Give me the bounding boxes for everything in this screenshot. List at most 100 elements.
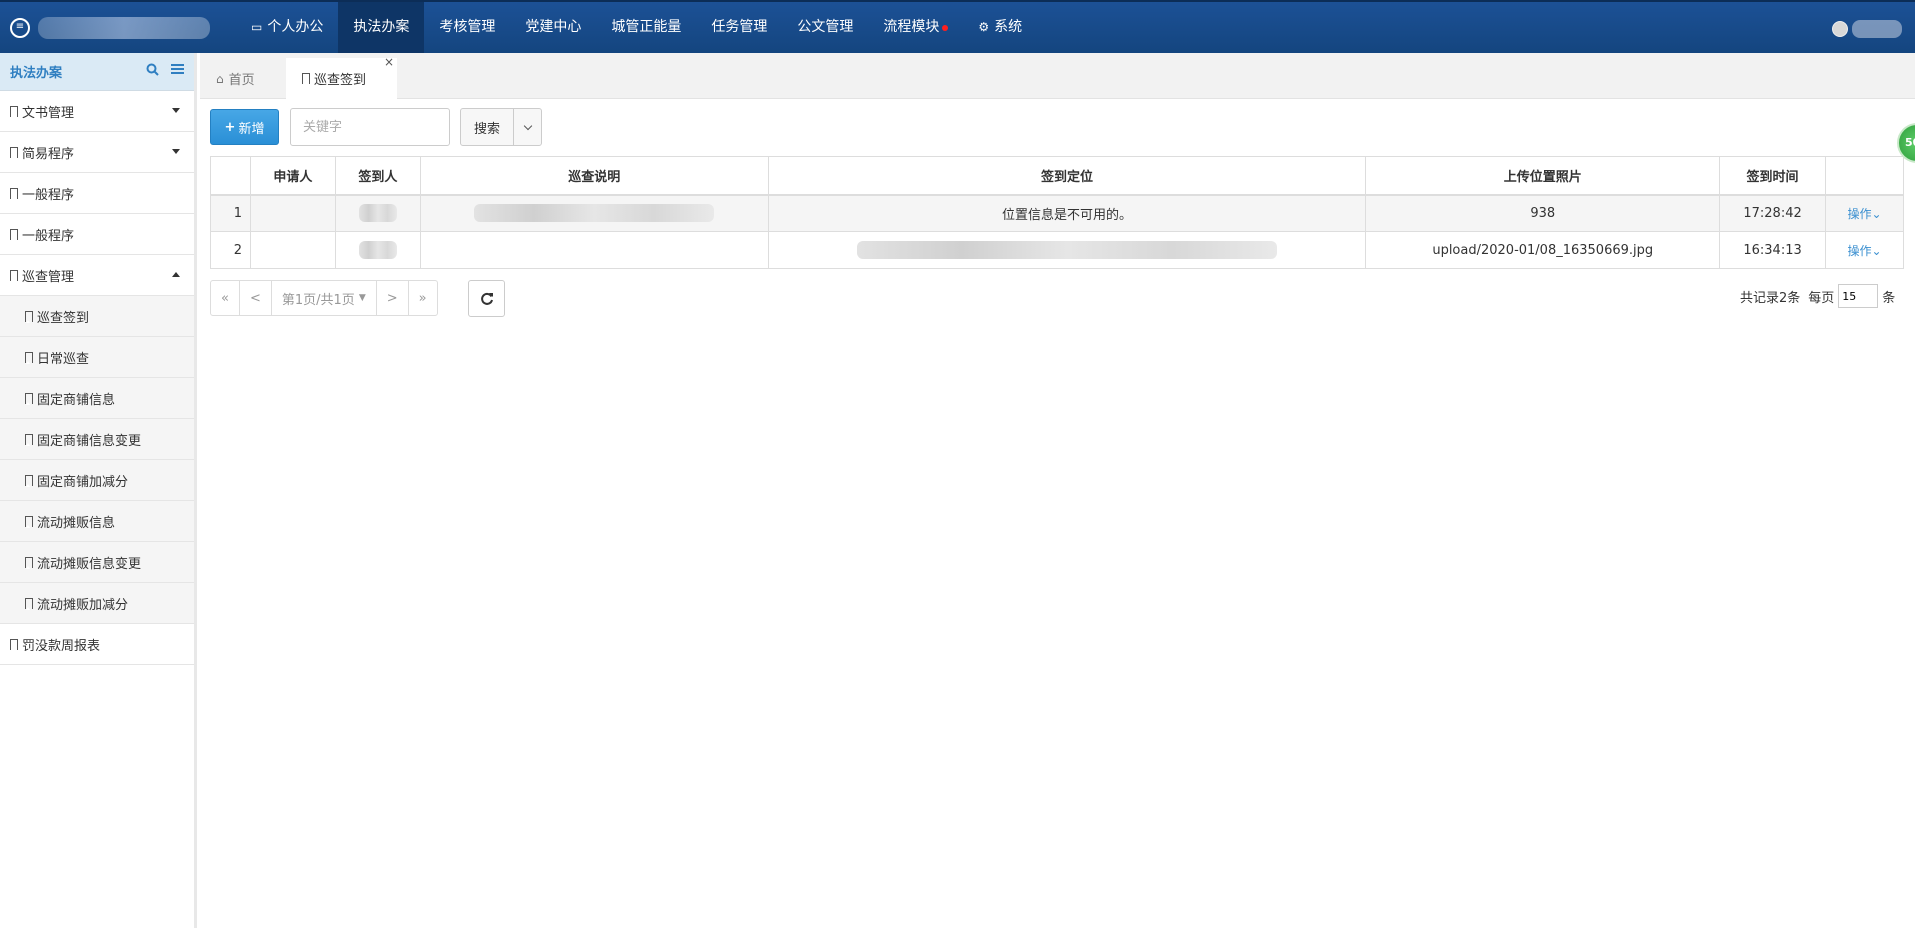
sidebar-item-label: 流动摊贩信息 (37, 515, 116, 531)
chevron-down-icon (523, 121, 532, 130)
menu-icon[interactable] (171, 63, 184, 80)
nav-system[interactable]: ⚙ 系统 (963, 2, 1037, 53)
col-index (210, 156, 251, 196)
page-tabs: ⌂ 首页 巡查签到 × (200, 53, 1915, 99)
sidebar-item-fixed-shop-info[interactable]: 固定商铺信息 (0, 378, 194, 419)
nav-law-enforcement[interactable]: 执法办案 (338, 2, 425, 53)
row-action-dropdown[interactable]: 操作⌄ (1847, 244, 1881, 258)
bookmark-icon (10, 228, 18, 241)
monitor-icon: ▭ (251, 20, 263, 34)
cell-applicant (249, 194, 336, 232)
sidebar-item-vendor-info[interactable]: 流动摊贩信息 (0, 501, 194, 542)
sidebar-item-patrol-checkin[interactable]: 巡查签到 (0, 296, 194, 337)
nav-document-management[interactable]: 公文管理 (782, 2, 868, 53)
sidebar-item-label: 文书管理 (22, 105, 75, 121)
bookmark-icon (25, 515, 33, 528)
tab-home[interactable]: ⌂ 首页 (200, 58, 271, 99)
nav-label: 执法办案 (353, 19, 410, 35)
sidebar-item-daily-patrol[interactable]: 日常巡查 (0, 337, 194, 378)
top-nav-menu: ▭ 个人办公 执法办案 考核管理 党建中心 城管正能量 任务管理 公文管理 流程… (236, 2, 1037, 53)
page-indicator: 第1页/共1页 (281, 292, 355, 308)
cell-location-photo: 938 (1365, 194, 1721, 232)
sidebar-item-label: 一般程序 (22, 228, 75, 244)
bookmark-icon (25, 351, 33, 364)
col-checkin-person[interactable]: 签到人 (334, 156, 421, 196)
cell-checkin-person (334, 194, 421, 232)
col-checkin-time[interactable]: 签到时间 (1719, 156, 1827, 196)
sidebar-item-general-procedure-2[interactable]: 一般程序 (0, 214, 194, 255)
first-page-button[interactable]: « (211, 281, 240, 315)
redacted-text (857, 241, 1278, 259)
nav-personal-office[interactable]: ▭ 个人办公 (236, 2, 338, 53)
sidebar-item-label: 固定商铺信息变更 (37, 433, 142, 449)
sidebar-item-label: 固定商铺信息 (37, 392, 116, 408)
col-patrol-note[interactable]: 巡查说明 (419, 156, 769, 196)
nav-label: 系统 (994, 19, 1023, 35)
keyword-input[interactable] (290, 108, 450, 146)
sidebar: 执法办案 文书管理 简易程序 一般程序 一般程序 巡查管理 巡查签到 日常巡查 … (0, 53, 197, 928)
table-row[interactable]: 1 位置信息是不可用的。 938 17:28:42 操作⌄ (210, 194, 1904, 232)
cell-checkin-time: 16:34:13 (1719, 231, 1827, 269)
sidebar-item-label: 巡查签到 (37, 310, 90, 326)
sidebar-title: 执法办案 (10, 66, 63, 81)
user-menu[interactable] (1832, 20, 1902, 38)
nav-label: 流程模块 (883, 19, 940, 35)
cell-patrol-note (419, 231, 769, 269)
cell-actions: 操作⌄ (1825, 231, 1904, 269)
redacted-text (474, 204, 715, 223)
page-size-input[interactable] (1838, 284, 1879, 308)
tab-label: 首页 (228, 73, 255, 88)
search-button[interactable]: 搜索 (461, 109, 513, 145)
nav-task-management[interactable]: 任务管理 (696, 2, 782, 53)
col-applicant[interactable]: 申请人 (249, 156, 336, 196)
nav-party-center[interactable]: 党建中心 (510, 2, 596, 53)
sidebar-header: 执法办案 (0, 53, 194, 91)
sidebar-item-simple-procedure[interactable]: 简易程序 (0, 132, 194, 173)
cell-checkin-person (334, 231, 421, 269)
close-icon[interactable]: × (384, 55, 394, 69)
sidebar-item-fixed-shop-points[interactable]: 固定商铺加减分 (0, 460, 194, 501)
caret-down-icon: ▼ (358, 293, 366, 303)
sidebar-item-fixed-shop-change[interactable]: 固定商铺信息变更 (0, 419, 194, 460)
per-page-unit: 条 (1882, 290, 1896, 306)
bookmark-icon (25, 310, 33, 323)
sidebar-item-label: 罚没款周报表 (22, 638, 101, 654)
per-page-label: 每页 (1808, 290, 1835, 306)
add-button[interactable]: + 新增 (210, 109, 279, 145)
sidebar-item-vendor-change[interactable]: 流动摊贩信息变更 (0, 542, 194, 583)
sidebar-item-vendor-points[interactable]: 流动摊贩加减分 (0, 583, 194, 624)
nav-assessment[interactable]: 考核管理 (424, 2, 510, 53)
nav-workflow[interactable]: 流程模块 (868, 2, 963, 53)
col-checkin-location[interactable]: 签到定位 (767, 156, 1367, 196)
cell-applicant (249, 231, 336, 269)
action-label: 操作 (1847, 206, 1872, 221)
table-row[interactable]: 2 upload/2020-01/08_16350669.jpg 16:34:1… (210, 231, 1904, 269)
sidebar-item-documents[interactable]: 文书管理 (0, 91, 194, 132)
nav-label: 个人办公 (267, 19, 324, 35)
sidebar-item-patrol-management[interactable]: 巡查管理 (0, 255, 194, 296)
nav-label: 公文管理 (797, 19, 854, 35)
pager-summary: 共记录2条 每页 条 (1740, 283, 1895, 309)
top-navbar: ≡ ▭ 个人办公 执法办案 考核管理 党建中心 城管正能量 任务管理 公文管理 … (0, 0, 1915, 53)
chat-bubble-icon: ≡ (10, 18, 30, 38)
col-location-photo[interactable]: 上传位置照片 (1365, 156, 1721, 196)
page-select[interactable]: 第1页/共1页 ▼ (272, 281, 377, 315)
redacted-text (358, 241, 397, 259)
tab-patrol-checkin[interactable]: 巡查签到 × (286, 55, 397, 99)
nav-label: 任务管理 (711, 19, 768, 35)
last-page-button[interactable]: » (409, 281, 437, 315)
search-icon[interactable] (146, 63, 159, 80)
row-action-dropdown[interactable]: 操作⌄ (1847, 207, 1881, 221)
sidebar-item-fines-weekly-report[interactable]: 罚没款周报表 (0, 624, 194, 665)
sidebar-item-general-procedure[interactable]: 一般程序 (0, 173, 194, 214)
search-dropdown-toggle[interactable] (513, 109, 541, 145)
refresh-button[interactable] (468, 280, 505, 317)
notification-dot (942, 24, 949, 31)
caret-down-icon (172, 149, 180, 154)
nav-label: 城管正能量 (611, 19, 682, 35)
nav-positive-energy[interactable]: 城管正能量 (596, 2, 696, 53)
app-logo[interactable]: ≡ (10, 17, 210, 39)
sidebar-item-label: 流动摊贩信息变更 (37, 556, 142, 572)
next-page-button[interactable]: > (377, 281, 409, 315)
prev-page-button[interactable]: < (240, 281, 272, 315)
